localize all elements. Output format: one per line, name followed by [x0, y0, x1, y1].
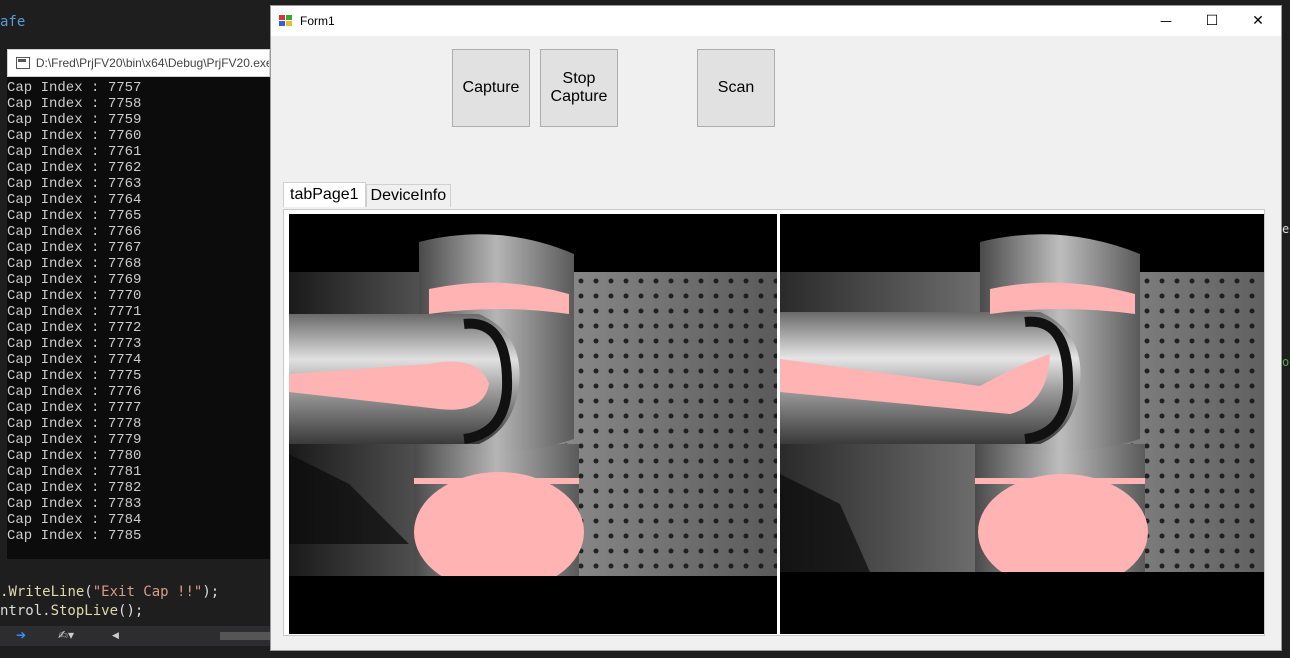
console-line: Cap Index : 7760: [7, 128, 142, 144]
console-line: Cap Index : 7769: [7, 272, 142, 288]
console-line: Cap Index : 7765: [7, 208, 142, 224]
minimize-button[interactable]: —: [1143, 6, 1189, 36]
close-icon: ✕: [1252, 13, 1264, 29]
console-line: Cap Index : 7761: [7, 144, 142, 160]
camera-image-right: [780, 234, 1264, 634]
maximize-icon: ☐: [1205, 13, 1219, 29]
console-line: Cap Index : 7771: [7, 304, 142, 320]
console-line: Cap Index : 7773: [7, 336, 142, 352]
ide-code-fragment: e): [1282, 222, 1290, 236]
console-line: Cap Index : 7757: [7, 80, 142, 96]
stop-capture-label-line1: Stop: [562, 70, 596, 87]
tool-dropdown-icon[interactable]: ✍▾: [58, 628, 74, 642]
form-titlebar[interactable]: Form1 — ☐ ✕: [271, 6, 1281, 36]
capture-button-label: Capture: [462, 79, 520, 96]
console-line: Cap Index : 7758: [7, 96, 142, 112]
console-line: Cap Index : 7762: [7, 160, 142, 176]
ide-horizontal-scrollbar[interactable]: [220, 632, 270, 640]
arrow-icon[interactable]: ➔: [16, 628, 26, 642]
console-window: D:\Fred\PrjFV20\bin\x64\Debug\PrjFV20.ex…: [7, 49, 270, 559]
ide-code-line: ntrol.StopLive();: [0, 603, 144, 619]
ide-code-fragment: afe: [0, 14, 26, 30]
console-line: Cap Index : 7775: [7, 368, 142, 384]
tab-strip: tabPage1 DeviceInfo: [283, 182, 452, 207]
console-line: Cap Index : 7782: [7, 480, 142, 496]
console-line: Cap Index : 7781: [7, 464, 142, 480]
stop-capture-button[interactable]: Stop Capture: [540, 49, 618, 127]
console-line: Cap Index : 7764: [7, 192, 142, 208]
stop-capture-label-line2: Capture: [550, 88, 608, 105]
camera-view-right: [780, 214, 1264, 634]
console-icon: [16, 57, 30, 69]
console-line: Cap Index : 7777: [7, 400, 142, 416]
console-line: Cap Index : 7785: [7, 528, 142, 544]
console-line: Cap Index : 7778: [7, 416, 142, 432]
capture-button[interactable]: Capture: [452, 49, 530, 127]
console-line: Cap Index : 7772: [7, 320, 142, 336]
console-line: Cap Index : 7779: [7, 432, 142, 448]
console-title: D:\Fred\PrjFV20\bin\x64\Debug\PrjFV20.ex…: [35, 56, 269, 70]
form1-window: Form1 — ☐ ✕ Capture Stop Capture Scan ta…: [270, 5, 1282, 651]
tab-panel: [283, 209, 1265, 636]
console-line: Cap Index : 7780: [7, 448, 142, 464]
scan-button-label: Scan: [717, 79, 755, 96]
console-line: Cap Index : 7784: [7, 512, 142, 528]
form-title: Form1: [300, 14, 335, 28]
console-line: Cap Index : 7767: [7, 240, 142, 256]
console-line: Cap Index : 7766: [7, 224, 142, 240]
ide-code-fragment: ot: [1282, 355, 1290, 369]
camera-image-left: [289, 234, 777, 634]
ide-right-edge: e) ot: [1282, 0, 1290, 658]
close-button[interactable]: ✕: [1235, 6, 1281, 36]
tab-deviceinfo[interactable]: DeviceInfo: [365, 184, 452, 207]
tab-tabpage1[interactable]: tabPage1: [283, 182, 366, 207]
maximize-button[interactable]: ☐: [1189, 6, 1235, 36]
scan-button[interactable]: Scan: [697, 49, 775, 127]
console-titlebar[interactable]: D:\Fred\PrjFV20\bin\x64\Debug\PrjFV20.ex…: [7, 49, 270, 77]
ide-code-line: .WriteLine("Exit Cap !!");: [0, 584, 220, 600]
console-line: Cap Index : 7770: [7, 288, 142, 304]
minimize-icon: —: [1160, 14, 1172, 28]
console-line: Cap Index : 7768: [7, 256, 142, 272]
console-line: Cap Index : 7763: [7, 176, 142, 192]
console-line: Cap Index : 7774: [7, 352, 142, 368]
console-line: Cap Index : 7783: [7, 496, 142, 512]
console-line: Cap Index : 7776: [7, 384, 142, 400]
console-line: Cap Index : 7759: [7, 112, 142, 128]
console-output: Cap Index : 7757 Cap Index : 7758 Cap Inde…: [7, 77, 270, 544]
camera-view-left: [289, 214, 777, 634]
scroll-left-icon[interactable]: ◀: [112, 631, 119, 641]
form-app-icon: [279, 15, 293, 27]
